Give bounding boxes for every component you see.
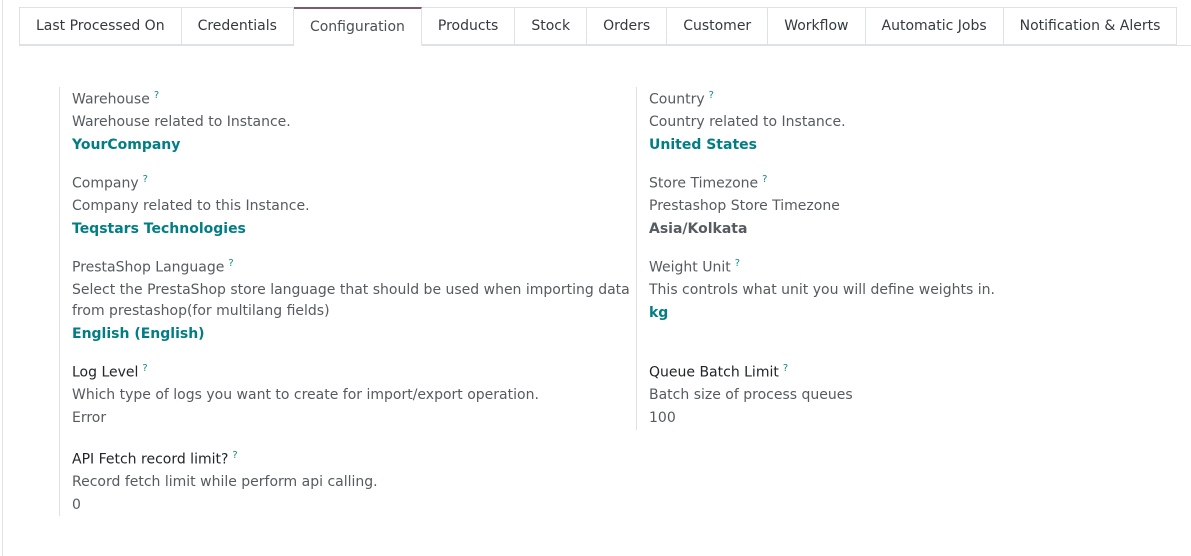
help-tooltip-icon[interactable]: ? (154, 90, 159, 101)
company-help: Company related to this Instance. (72, 197, 310, 214)
tab-configuration[interactable]: Configuration (293, 7, 422, 46)
tab-workflow[interactable]: Workflow (768, 7, 866, 45)
warehouse-setting: Warehouse? Warehouse related to Instance… (72, 87, 291, 154)
tab-orders[interactable]: Orders (587, 7, 668, 45)
country-label: Country? (649, 90, 714, 108)
timezone-setting: Store Timezone? Prestashop Store Timezon… (649, 171, 840, 238)
help-tooltip-icon[interactable]: ? (783, 363, 788, 374)
log-level-help: Which type of logs you want to create fo… (72, 386, 539, 403)
api-limit-help: Record fetch limit while perform api cal… (72, 473, 378, 490)
tab-notification-alerts[interactable]: Notification & Alerts (1003, 7, 1178, 45)
warehouse-value[interactable]: YourCompany (72, 136, 291, 154)
weight-unit-value[interactable]: kg (649, 304, 995, 322)
log-level-value[interactable]: Error (72, 409, 539, 427)
warehouse-label: Warehouse? (72, 90, 160, 108)
queue-limit-help: Batch size of process queues (649, 386, 853, 403)
form-left-border (2, 0, 3, 556)
log-level-setting: Log Level? Which type of logs you want t… (72, 360, 539, 427)
weight-unit-label: Weight Unit? (649, 258, 741, 276)
company-setting: Company? Company related to this Instanc… (72, 171, 310, 238)
queue-limit-label: Queue Batch Limit? (649, 363, 789, 381)
log-level-label: Log Level? (72, 363, 148, 381)
language-help-line-2: from prestashop(for multilang fields) (72, 302, 330, 319)
timezone-label: Store Timezone? (649, 174, 768, 192)
tab-last-processed-on[interactable]: Last Processed On (19, 7, 182, 45)
language-value[interactable]: English (English) (72, 325, 630, 343)
company-value[interactable]: Teqstars Technologies (72, 220, 310, 238)
queue-limit-value[interactable]: 100 (649, 409, 853, 427)
weight-unit-help: This controls what unit you will define … (649, 281, 995, 298)
help-tooltip-icon[interactable]: ? (143, 174, 148, 185)
tab-automatic-jobs[interactable]: Automatic Jobs (865, 7, 1004, 45)
tab-credentials[interactable]: Credentials (181, 7, 294, 45)
api-limit-label: API Fetch record limit?? (72, 450, 238, 468)
tab-products[interactable]: Products (421, 7, 516, 45)
tabs-divider (19, 45, 1191, 46)
language-label: PrestaShop Language? (72, 258, 234, 276)
settings-column-right: Country? Country related to Instance. Un… (636, 87, 1157, 430)
language-help-line-1: Select the PrestaShop store language tha… (72, 281, 630, 298)
weight-unit-setting: Weight Unit? This controls what unit you… (649, 255, 995, 322)
help-tooltip-icon[interactable]: ? (228, 258, 233, 269)
tab-customer[interactable]: Customer (667, 7, 769, 45)
api-limit-setting: API Fetch record limit?? Record fetch li… (72, 447, 378, 514)
company-label: Company? (72, 174, 148, 192)
tab-stock[interactable]: Stock (515, 7, 588, 45)
timezone-help: Prestashop Store Timezone (649, 197, 840, 214)
country-help: Country related to Instance. (649, 113, 846, 130)
help-tooltip-icon[interactable]: ? (709, 90, 714, 101)
country-setting: Country? Country related to Instance. Un… (649, 87, 846, 154)
api-limit-value[interactable]: 0 (72, 496, 378, 514)
settings-column-left: Warehouse? Warehouse related to Instance… (59, 87, 630, 516)
language-setting: PrestaShop Language? Select the PrestaSh… (72, 255, 630, 343)
help-tooltip-icon[interactable]: ? (762, 174, 767, 185)
timezone-value[interactable]: Asia/Kolkata (649, 220, 840, 238)
help-tooltip-icon[interactable]: ? (735, 258, 740, 269)
warehouse-help: Warehouse related to Instance. (72, 113, 291, 130)
notebook-tabs: Last Processed On Credentials Configurat… (19, 7, 1178, 46)
help-tooltip-icon[interactable]: ? (232, 450, 237, 461)
country-value[interactable]: United States (649, 136, 846, 154)
language-help: Select the PrestaShop store language tha… (72, 280, 630, 322)
queue-limit-setting: Queue Batch Limit? Batch size of process… (649, 360, 853, 427)
help-tooltip-icon[interactable]: ? (142, 363, 147, 374)
